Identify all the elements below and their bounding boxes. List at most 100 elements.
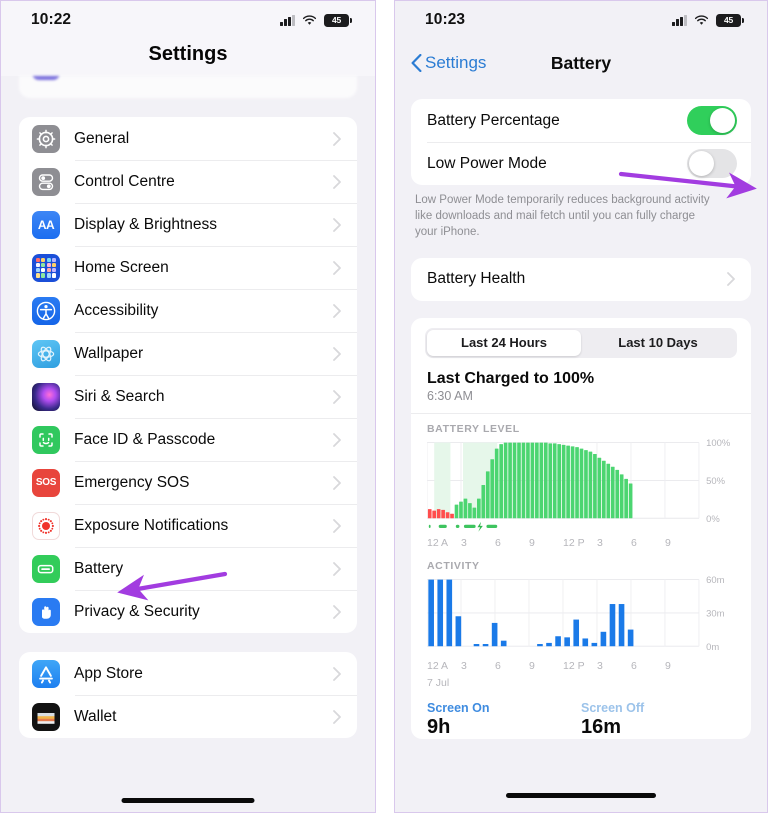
x-tick-label: 9 [665,660,671,672]
chevron-right-icon [333,476,341,490]
wallpaper-icon [32,340,60,368]
battery-health-label: Battery Health [427,270,525,288]
divider [411,413,751,414]
status-clock: 10:22 [31,11,71,29]
x-tick-label: 12 A [427,660,448,672]
chevron-right-icon [333,132,341,146]
sidebar-item-label: Exposure Notifications [74,517,333,535]
status-indicators: 45 [672,14,741,27]
sidebar-item-privacy-security[interactable]: Privacy & Security [19,590,357,633]
sidebar-item-label: Accessibility [74,302,333,320]
sidebar-item-exposure-notifications[interactable]: Exposure Notifications [19,504,357,547]
battery-health-card: Battery Health [411,258,751,301]
sidebar-item-general[interactable]: General [19,117,357,160]
sidebar-item-siri-search[interactable]: Siri & Search [19,375,357,418]
cellular-signal-icon [672,15,687,26]
exposure-notifications-icon [32,512,60,540]
sidebar-item-battery[interactable]: Battery [19,547,357,590]
time-range-segmented-control[interactable]: Last 24 Hours Last 10 Days [425,328,737,358]
battery-level-plot: 100%50%0% [427,439,735,536]
cellular-signal-icon [280,15,295,26]
status-bar-left: 10:22 45 [1,1,375,39]
sidebar-item-screen-time[interactable]: Screen Time [19,76,357,77]
svg-text:60m: 60m [706,576,724,586]
home-indicator [122,798,255,803]
chevron-right-icon [333,605,341,619]
home-indicator [506,793,656,798]
settings-group-partial: Screen Time [19,76,357,98]
chevron-right-icon [333,261,341,275]
status-indicators: 45 [280,14,349,27]
sidebar-item-control-centre[interactable]: Control Centre [19,160,357,203]
screen-off-stat: Screen Off 16m [581,701,735,739]
low-power-mode-row[interactable]: Low Power Mode [411,142,751,185]
sidebar-item-home-screen[interactable]: Home Screen [19,246,357,289]
sidebar-item-label: Display & Brightness [74,216,333,234]
sidebar-item-accessibility[interactable]: Accessibility [19,289,357,332]
x-tick-label: 12 A [427,537,448,549]
battery-usage-card: Last 24 Hours Last 10 Days Last Charged … [411,318,751,739]
battery-health-row[interactable]: Battery Health [411,258,751,301]
chevron-left-icon [411,54,422,72]
x-tick-label: 3 [461,537,467,549]
settings-scroll-area[interactable]: Screen Time [1,76,375,738]
sidebar-item-label: App Store [74,665,333,683]
x-tick-label: 6 [495,537,501,549]
screen-off-label: Screen Off [581,701,735,715]
tab-last-10-days[interactable]: Last 10 Days [581,330,735,356]
emergency-sos-icon: SOS [32,469,60,497]
screen-on-label: Screen On [427,701,581,715]
tab-last-24-hours[interactable]: Last 24 Hours [427,330,581,356]
siri-icon [32,383,60,411]
sidebar-item-app-store[interactable]: App Store [19,652,357,695]
app-store-icon [32,660,60,688]
x-tick-label: 9 [665,537,671,549]
settings-screen-panel: 10:22 45 Settings [0,0,376,813]
back-button[interactable]: Settings [411,53,486,73]
battery-toggles-card: Battery Percentage Low Power Mode [411,99,751,185]
last-charged-title: Last Charged to 100% [427,370,735,388]
nav-bar-left: Settings [1,39,375,76]
battery-percentage-value: 45 [724,15,733,25]
battery-level-chart: 100%50%0% [427,439,735,536]
sidebar-item-label: Siri & Search [74,388,333,406]
battery-percentage-label: Battery Percentage [427,112,560,130]
battery-percentage-value: 45 [332,15,341,25]
battery-status-icon: 45 [716,14,741,27]
page-title: Settings [1,43,375,66]
svg-text:100%: 100% [706,439,731,449]
low-power-mode-toggle[interactable] [687,149,737,178]
x-tick-label: 6 [631,660,637,672]
sidebar-item-emergency-sos[interactable]: SOS Emergency SOS [19,461,357,504]
nav-bar-right: Settings Battery [395,39,767,87]
screen-off-value: 16m [581,716,735,739]
group-spacer [1,633,375,652]
x-tick-label: 6 [495,660,501,672]
battery-percentage-row[interactable]: Battery Percentage [411,99,751,142]
battery-level-x-axis: 12 A36912 P369 [427,537,735,551]
sidebar-item-wallet[interactable]: Wallet [19,695,357,738]
battery-screen-panel: 10:23 45 Settings Battery [394,0,768,813]
settings-group-main: General Control Centre [19,117,357,633]
sidebar-item-label: Face ID & Passcode [74,431,333,449]
sidebar-item-display-brightness[interactable]: AA Display & Brightness [19,203,357,246]
last-charged-time: 6:30 AM [427,389,735,403]
control-centre-icon [32,168,60,196]
sidebar-item-face-id-passcode[interactable]: Face ID & Passcode [19,418,357,461]
battery-percentage-toggle[interactable] [687,106,737,135]
x-tick-label: 9 [529,660,535,672]
screen-time-icon [32,76,60,80]
screen-time-summary: Screen On 9h Screen Off 16m [411,689,751,739]
wifi-icon [302,15,317,26]
privacy-security-icon [32,598,60,626]
sidebar-item-label: Privacy & Security [74,603,333,621]
status-clock: 10:23 [425,11,465,29]
screen-on-stat: Screen On 9h [427,701,581,739]
x-tick-label: 12 P [563,537,585,549]
chevron-right-icon [333,710,341,724]
chevron-right-icon [333,562,341,576]
sidebar-item-wallpaper[interactable]: Wallpaper [19,332,357,375]
chevron-right-icon [333,390,341,404]
sidebar-item-label: Battery [74,560,333,578]
group-spacer [1,98,375,117]
